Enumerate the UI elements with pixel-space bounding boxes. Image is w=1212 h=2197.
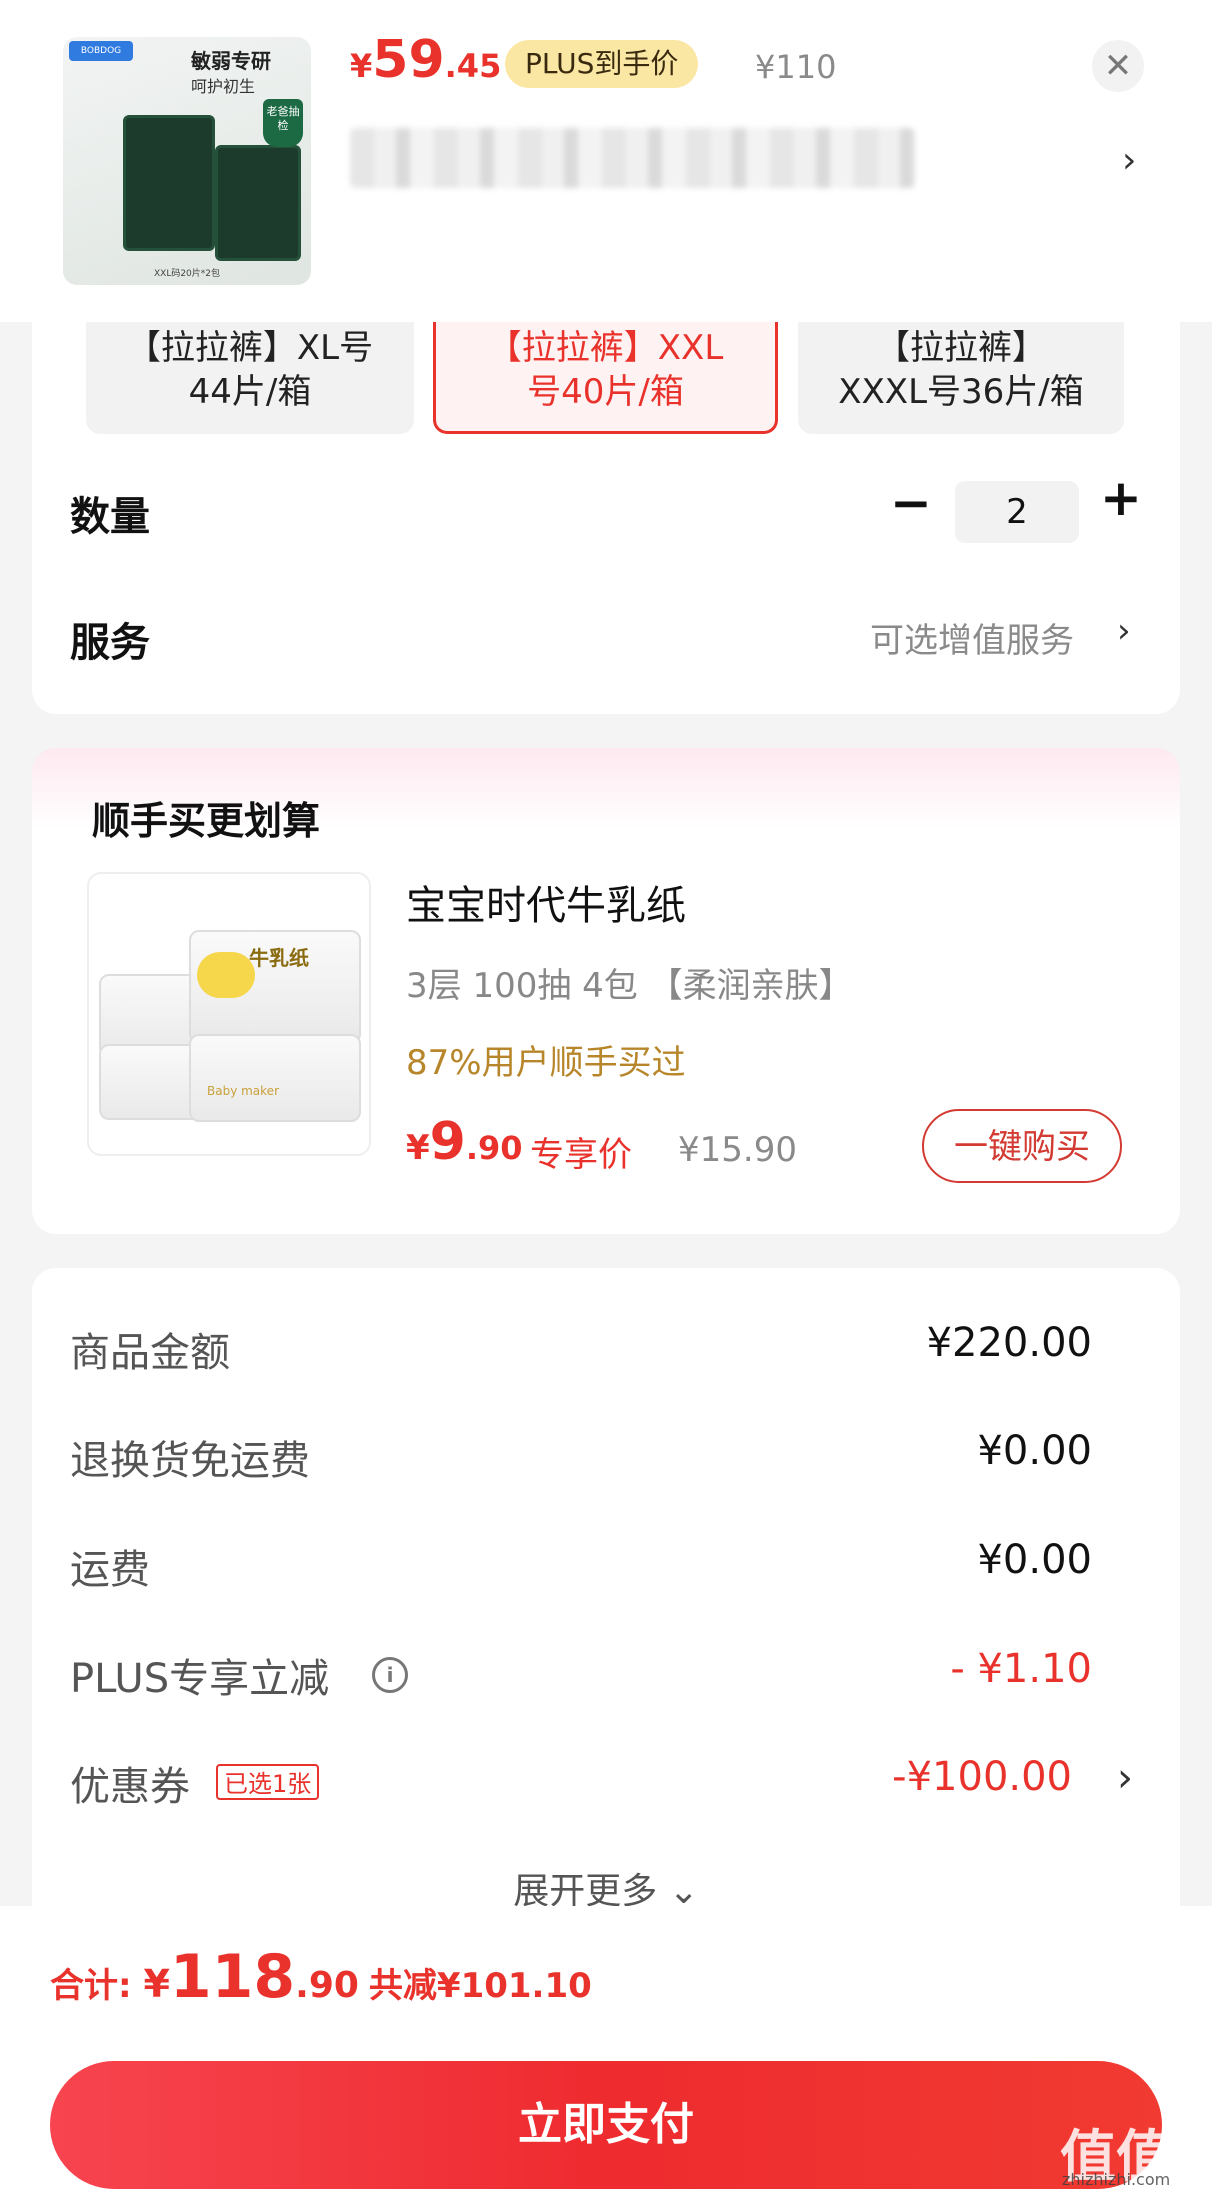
addon-product-spec: 3层 100抽 4包 【柔润亲肤】 bbox=[406, 966, 853, 1006]
spec-option-xxxl[interactable]: 【拉拉裤】 XXXL号36片/箱 bbox=[798, 322, 1124, 434]
addon-product-stat: 87%用户顺手买过 bbox=[406, 1043, 686, 1083]
price-decimal: .90 bbox=[295, 1965, 359, 2006]
service-label: 服务 bbox=[70, 620, 150, 666]
info-icon[interactable]: i bbox=[372, 1657, 408, 1693]
return-shipping-label: 退换货免运费 bbox=[70, 1438, 310, 1484]
thumb-caption: XXL码20片*2包 bbox=[153, 269, 221, 279]
addon-product-price: ¥9.90 bbox=[406, 1112, 523, 1172]
addon-title: 顺手买更划算 bbox=[92, 799, 321, 843]
addon-product-image[interactable]: 牛乳纸 Baby maker bbox=[87, 872, 371, 1156]
return-shipping-value: ¥0.00 bbox=[977, 1428, 1092, 1474]
spec-line-2: 44片/箱 bbox=[188, 372, 312, 412]
price-symbol: ¥ bbox=[350, 47, 373, 85]
tissue-pack-image bbox=[189, 1034, 361, 1122]
tissue-brand: Baby maker bbox=[207, 1084, 279, 1098]
brand-logo: BOBDOG bbox=[69, 41, 133, 61]
goods-amount-label: 商品金额 bbox=[70, 1330, 230, 1376]
plus-discount-value: - ¥1.10 bbox=[950, 1646, 1092, 1692]
plus-discount-label: PLUS专享立减 bbox=[70, 1656, 330, 1702]
one-click-buy-button[interactable]: 一键购买 bbox=[922, 1109, 1122, 1183]
pay-now-button[interactable]: 立即支付 bbox=[50, 2061, 1162, 2189]
chevron-right-icon[interactable]: › bbox=[1117, 1755, 1133, 1801]
spec-option-xl[interactable]: 【拉拉裤】XL号 44片/箱 bbox=[86, 322, 414, 434]
tissue-label: 牛乳纸 bbox=[249, 946, 309, 970]
coupon-selected-badge: 已选1张 bbox=[216, 1764, 320, 1800]
addon-product-name[interactable]: 宝宝时代牛乳纸 bbox=[406, 873, 686, 931]
original-price: ¥110 bbox=[755, 48, 837, 86]
total-label: 合计: bbox=[50, 1966, 144, 2006]
goods-amount-value: ¥220.00 bbox=[926, 1320, 1092, 1366]
blurred-address-text[interactable] bbox=[350, 128, 915, 188]
product-thumbnail[interactable]: BOBDOG 敏弱专研 呵护初生 老爸抽检 XXL码20片*2包 bbox=[63, 37, 311, 285]
spec-line-2: 号40片/箱 bbox=[527, 372, 684, 412]
chick-mascot-icon bbox=[197, 952, 255, 998]
spec-line-2: XXXL号36片/箱 bbox=[838, 372, 1084, 412]
coupon-label: 优惠券 bbox=[70, 1764, 190, 1810]
diaper-pack-image bbox=[123, 115, 215, 251]
quantity-plus-button[interactable]: + bbox=[1100, 473, 1142, 523]
price-decimal: .90 bbox=[465, 1129, 523, 1167]
price-decimal: .45 bbox=[444, 47, 502, 85]
price-integer: 59 bbox=[372, 30, 445, 90]
total-savings: 共减¥101.10 bbox=[368, 1966, 592, 2006]
shipping-label: 运费 bbox=[70, 1547, 150, 1593]
inspection-shield-icon: 老爸抽检 bbox=[263, 99, 303, 147]
spec-line-1: 【拉拉裤】XL号 bbox=[126, 328, 374, 368]
price-symbol: ¥ bbox=[143, 1962, 170, 2006]
coupon-value[interactable]: -¥100.00 bbox=[892, 1754, 1072, 1800]
watermark-url: zhizhizhi.com bbox=[1062, 2170, 1171, 2189]
spec-option-xxl[interactable]: 【拉拉裤】XXL 号40片/箱 bbox=[433, 322, 778, 434]
quantity-label: 数量 bbox=[70, 494, 150, 540]
thumb-tagline-2: 呵护初生 bbox=[191, 77, 256, 96]
close-icon[interactable]: ✕ bbox=[1092, 40, 1144, 92]
price-integer: 9 bbox=[429, 1112, 466, 1172]
tissue-pack-image bbox=[99, 1044, 203, 1120]
spec-line-1: 【拉拉裤】XXL bbox=[487, 328, 724, 368]
chevron-right-icon[interactable]: › bbox=[1122, 140, 1136, 181]
service-selector[interactable]: 可选增值服务 bbox=[870, 613, 1074, 662]
quantity-minus-button[interactable]: − bbox=[890, 478, 932, 528]
price-integer: 118 bbox=[169, 1942, 296, 2012]
order-total: 合计: ¥118.90 共减¥101.10 bbox=[50, 1942, 592, 2012]
shipping-value: ¥0.00 bbox=[977, 1537, 1092, 1583]
quantity-input[interactable]: 2 bbox=[955, 481, 1079, 543]
exclusive-price-tag: 专享价 bbox=[530, 1135, 632, 1175]
plus-price-badge: PLUS到手价 bbox=[505, 40, 699, 88]
diaper-pack-image bbox=[215, 145, 301, 261]
thumb-tagline: 敏弱专研 bbox=[191, 49, 271, 73]
current-price: ¥59.45 bbox=[350, 30, 501, 90]
chevron-right-icon[interactable]: › bbox=[1117, 611, 1131, 651]
price-symbol: ¥ bbox=[406, 1128, 430, 1168]
spec-line-1: 【拉拉裤】 bbox=[876, 328, 1046, 368]
addon-original-price: ¥15.90 bbox=[678, 1130, 797, 1170]
